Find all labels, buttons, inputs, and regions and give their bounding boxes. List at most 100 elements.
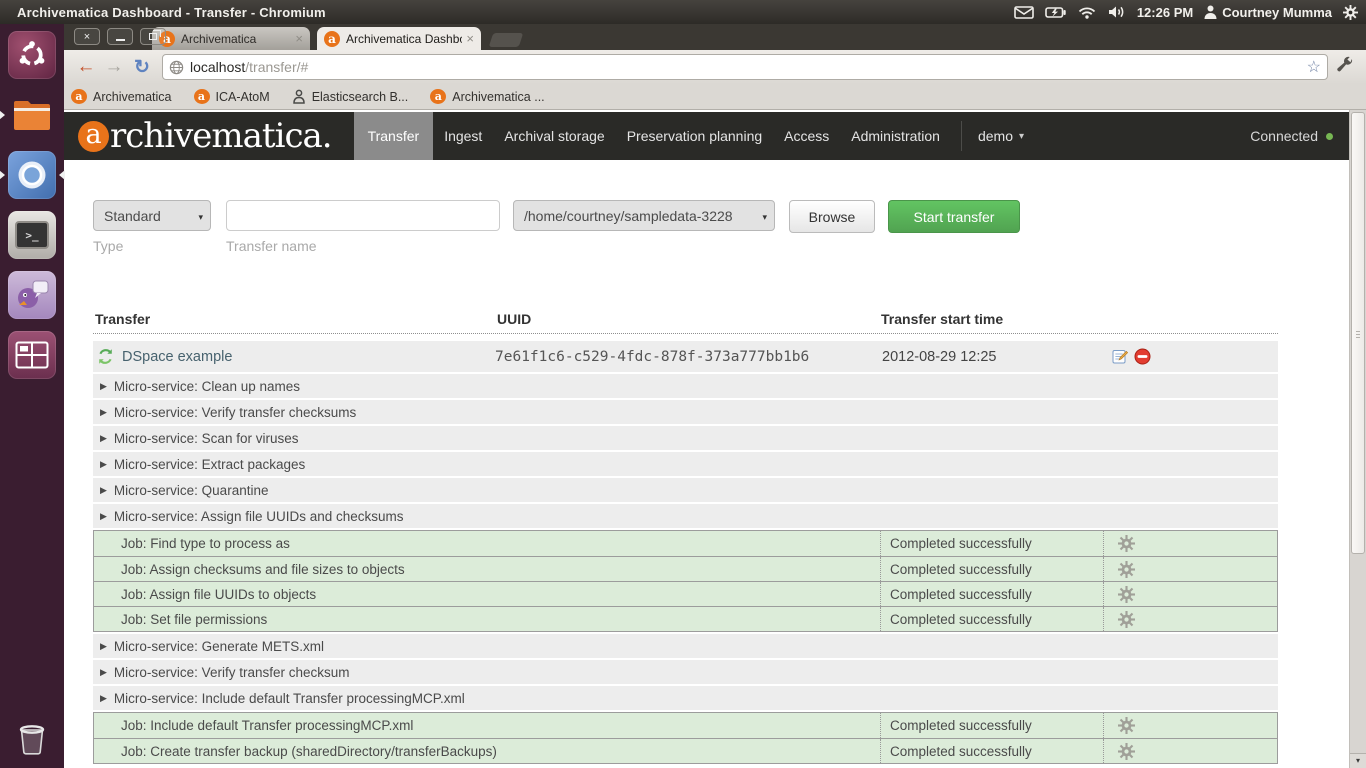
microservice-row[interactable]: ▶ Micro-service: Include default Transfe… (93, 686, 1278, 710)
browser-toolbar: ← → ↻ localhost/transfer/# ☆ (64, 50, 1366, 84)
gear-icon[interactable] (1118, 535, 1135, 552)
bookmark-archivematica-2[interactable]: a Archivematica ... (430, 89, 544, 104)
microservice-row[interactable]: ▶ Micro-service: Assign file UUIDs and c… (93, 504, 1278, 528)
connection-status: Connected (1250, 128, 1333, 144)
microservice-row[interactable]: ▶ Micro-service: Scan for viruses (93, 426, 1278, 450)
files-icon[interactable] (8, 91, 56, 139)
edit-metadata-icon[interactable] (1112, 348, 1129, 365)
archivematica-favicon: a (71, 89, 87, 104)
job-row: Job: Create transfer backup (sharedDirec… (94, 738, 1277, 763)
tab-close-icon[interactable]: × (295, 31, 303, 46)
archivematica-favicon: a (430, 89, 446, 104)
gear-icon[interactable] (1118, 743, 1135, 760)
type-label: Type (93, 238, 211, 254)
atom-favicon: a (194, 89, 210, 104)
nav-transfer[interactable]: Transfer (354, 112, 434, 160)
gear-icon[interactable] (1118, 611, 1135, 628)
workspace-switcher-icon[interactable] (8, 331, 56, 379)
archivematica-logo[interactable]: archivematica. (78, 116, 332, 156)
chromium-window: × a Archivematica × a Archivematica Dash… (64, 24, 1366, 768)
chromium-icon[interactable] (8, 151, 56, 199)
nav-archival-storage[interactable]: Archival storage (493, 112, 615, 160)
network-wifi-icon[interactable] (1077, 5, 1097, 19)
remove-transfer-icon[interactable] (1134, 348, 1151, 365)
nav-administration[interactable]: Administration (840, 112, 951, 160)
job-group: Job: Find type to process as Completed s… (93, 530, 1278, 632)
source-path-select[interactable]: /home/courtney/sampledata-3228 ▾ (513, 200, 775, 231)
table-header: Transfer UUID Transfer start time (93, 311, 1278, 334)
session-gear-icon[interactable] (1343, 5, 1358, 20)
reload-icon[interactable]: ↻ (128, 56, 156, 79)
gear-icon[interactable] (1118, 586, 1135, 603)
elasticsearch-favicon (292, 89, 306, 104)
microservice-row[interactable]: ▶ Micro-service: Clean up names (93, 374, 1278, 398)
tab-archivematica-dashboard[interactable]: a Archivematica Dashboard × (317, 27, 481, 50)
job-row: Job: Find type to process as Completed s… (94, 531, 1277, 556)
forward-icon[interactable]: → (100, 56, 128, 78)
job-row: Job: Assign file UUIDs to objects Comple… (94, 581, 1277, 606)
ubuntu-dash-icon[interactable] (8, 31, 56, 79)
url-path: /transfer/# (245, 59, 308, 75)
start-transfer-button[interactable]: Start transfer (888, 200, 1020, 233)
nav-access[interactable]: Access (773, 112, 840, 160)
pidgin-icon[interactable] (8, 271, 56, 319)
user-name: Courtney Mumma (1222, 5, 1332, 20)
unity-launcher: >_ (0, 24, 64, 768)
tab-archivematica[interactable]: a Archivematica × (152, 27, 310, 50)
running-indicator (0, 170, 10, 180)
bookmark-elasticsearch[interactable]: Elasticsearch B... (292, 89, 409, 104)
terminal-icon[interactable]: >_ (8, 211, 56, 259)
bookmark-archivematica[interactable]: a Archivematica (71, 89, 172, 104)
window-close-button[interactable]: × (74, 28, 100, 45)
nav-preservation-planning[interactable]: Preservation planning (616, 112, 773, 160)
trash-icon[interactable] (8, 714, 56, 762)
battery-icon[interactable] (1045, 7, 1066, 18)
expand-icon: ▶ (100, 381, 107, 392)
chevron-down-icon: ▾ (1019, 131, 1024, 142)
user-icon (1204, 5, 1217, 19)
microservice-row[interactable]: ▶ Micro-service: Generate METS.xml (93, 634, 1278, 658)
microservice-row[interactable]: ▶ Micro-service: Verify transfer checksu… (93, 660, 1278, 684)
focused-indicator (54, 170, 65, 180)
browse-button[interactable]: Browse (789, 200, 875, 233)
address-bar[interactable]: localhost/transfer/# ☆ (162, 54, 1328, 80)
nav-ingest[interactable]: Ingest (433, 112, 493, 160)
gear-icon[interactable] (1118, 561, 1135, 578)
scrollbar-down-button[interactable]: ▾ (1350, 753, 1366, 768)
microservice-row[interactable]: ▶ Micro-service: Verify transfer checksu… (93, 400, 1278, 424)
window-restore-button[interactable] (140, 28, 166, 45)
expand-icon: ▶ (100, 433, 107, 444)
expand-icon: ▶ (100, 407, 107, 418)
refresh-icon (97, 348, 114, 365)
transfer-name: DSpace example (122, 349, 232, 365)
gear-icon[interactable] (1118, 717, 1135, 734)
transfer-name-input[interactable] (226, 200, 500, 231)
expand-icon: ▶ (100, 641, 107, 652)
bookmark-ica-atom[interactable]: a ICA-AtoM (194, 89, 270, 104)
transfer-type-select[interactable]: Standard ▾ (93, 200, 211, 231)
scrollbar[interactable]: ▾ (1349, 110, 1366, 768)
wrench-menu-icon[interactable] (1336, 56, 1354, 79)
job-status: Completed successfully (880, 531, 1103, 556)
start-transfer-form: Standard ▾ Type Transfer name /home/cour… (93, 200, 1278, 254)
new-tab-button[interactable] (489, 33, 524, 47)
scrollbar-thumb[interactable] (1351, 112, 1365, 554)
mail-icon[interactable] (1014, 6, 1034, 19)
user-menu[interactable]: Courtney Mumma (1204, 5, 1332, 20)
microservice-row[interactable]: ▶ Micro-service: Extract packages (93, 452, 1278, 476)
transfer-row[interactable]: DSpace example 7e61f1c6-c529-4fdc-878f-3… (93, 341, 1278, 372)
tab-close-icon[interactable]: × (466, 31, 474, 46)
user-dropdown[interactable]: demo ▾ (972, 128, 1030, 144)
microservice-row[interactable]: ▶ Micro-service: Quarantine (93, 478, 1278, 502)
expand-icon: ▶ (100, 693, 107, 704)
back-icon[interactable]: ← (72, 56, 100, 78)
job-status: Completed successfully (880, 713, 1103, 738)
bookmark-star-icon[interactable]: ☆ (1307, 57, 1321, 77)
clock[interactable]: 12:26 PM (1137, 5, 1193, 20)
job-row: Job: Set file permissions Completed succ… (94, 606, 1277, 631)
url-host: localhost (190, 59, 245, 75)
tab-strip: × a Archivematica × a Archivematica Dash… (64, 24, 1366, 50)
archivematica-navbar: archivematica. Transfer Ingest Archival … (64, 112, 1349, 160)
volume-icon[interactable] (1108, 5, 1126, 19)
window-minimize-button[interactable] (107, 28, 133, 45)
